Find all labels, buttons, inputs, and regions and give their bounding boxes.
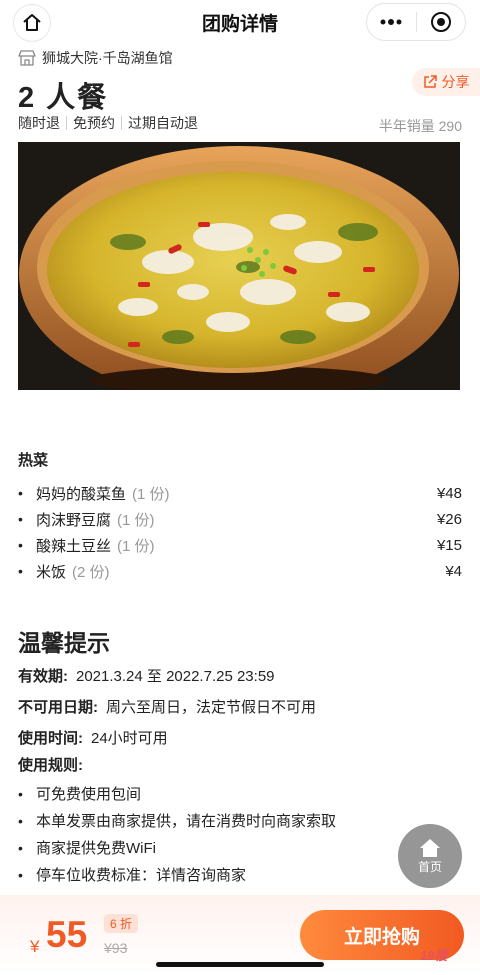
shop-name: 狮城大院·千岛湖鱼馆 [42, 50, 173, 66]
discount-badge: 6 折 [104, 914, 139, 933]
menu-item-name: 肉沫野豆腐 [36, 511, 112, 529]
tag-no-reservation: 免预约 [66, 116, 121, 130]
deal-title: 2 人餐 [18, 82, 109, 114]
menu-item-price: ¥26 [436, 510, 462, 528]
menu-item-name: 酸辣土豆丝 [36, 537, 112, 555]
bullet: • [18, 812, 23, 829]
menu-item-qty: (1 份) [132, 485, 170, 503]
deal-tags: 随时退 免预约 过期自动退 [18, 116, 204, 130]
unavailable-row: 不可用日期: 周六至周日，法定节假日不可用 [18, 696, 316, 717]
rule-text: 可免费使用包间 [36, 786, 142, 803]
menu-item-price: ¥48 [436, 484, 462, 502]
rules-label: 使用规则: [18, 757, 83, 774]
shop-link[interactable]: 狮城大院·千岛湖鱼馆 [18, 48, 173, 68]
menu-item-price: ¥15 [436, 536, 462, 554]
share-button[interactable]: 分享 [412, 68, 480, 96]
rule-text: 商家提供免费WiFi [36, 840, 156, 857]
rule-item: • 可免费使用包间 [18, 780, 458, 807]
validity-value: 2021.3.24 至 2022.7.25 23:59 [76, 668, 275, 685]
menu-item: • 肉沫野豆腐 (1 份) ¥26 [18, 506, 462, 532]
menu-item-qty: (2 份) [72, 563, 110, 581]
deal-photo[interactable] [18, 142, 460, 390]
menu-item: • 米饭 (2 份) ¥4 [18, 558, 462, 584]
validity-row: 有效期: 2021.3.24 至 2022.7.25 23:59 [18, 665, 275, 686]
floating-home-button[interactable]: 首页 [398, 824, 462, 888]
more-dots-icon [380, 19, 402, 25]
validity-label: 有效期: [18, 668, 68, 685]
shop-icon [18, 50, 36, 66]
home-icon [420, 838, 440, 857]
share-icon [423, 75, 437, 88]
original-price: ¥93 [104, 940, 128, 956]
usage-time-row: 使用时间: 24小时可用 [18, 727, 168, 748]
more-button[interactable] [367, 4, 416, 40]
menu-item: • 酸辣土豆丝 (1 份) ¥15 [18, 532, 462, 558]
current-price: 55 [46, 914, 88, 955]
price-currency: ¥ [30, 937, 40, 956]
tag-refund-anytime: 随时退 [18, 115, 60, 131]
menu-list: • 妈妈的酸菜鱼 (1 份) ¥48 • 肉沫野豆腐 (1 份) ¥26 • 酸… [18, 480, 462, 584]
fish-dish-illustration [18, 142, 460, 390]
rules-list: • 可免费使用包间 • 本单发票由商家提供，请在消费时向商家索取 • 商家提供免费Wi… [18, 780, 458, 888]
mini-program-capsule [366, 3, 466, 41]
share-label: 分享 [441, 74, 470, 90]
bullet: • [18, 839, 23, 856]
rule-item: • 本单发票由商家提供，请在消费时向商家索取 [18, 807, 458, 834]
tips-title: 温馨提示 [18, 630, 110, 656]
watermark-logo: 19楼 [420, 948, 448, 963]
usage-time-label: 使用时间: [18, 730, 83, 747]
rule-item: • 停车位收费标准：详情咨询商家 [18, 861, 458, 888]
home-indicator [156, 962, 324, 967]
rule-item: • 商家提供免费WiFi [18, 834, 458, 861]
unavailable-value: 周六至周日，法定节假日不可用 [106, 699, 317, 716]
sales-count: 半年销量 290 [378, 118, 462, 134]
menu-item: • 妈妈的酸菜鱼 (1 份) ¥48 [18, 480, 462, 506]
bullet: • [18, 537, 23, 553]
rule-text: 停车位收费标准：详情咨询商家 [36, 867, 247, 884]
menu-item-qty: (1 份) [117, 537, 155, 555]
top-bar: 团购详情 [0, 0, 480, 44]
menu-item-name: 米饭 [36, 563, 67, 581]
menu-item-price: ¥4 [445, 562, 462, 580]
tag-auto-refund: 过期自动退 [121, 116, 204, 130]
close-program-button[interactable] [417, 4, 466, 40]
bullet: • [18, 511, 23, 527]
target-close-icon [430, 12, 451, 32]
bullet: • [18, 563, 23, 579]
menu-item-name: 妈妈的酸菜鱼 [36, 485, 127, 503]
floating-home-label: 首页 [417, 859, 442, 874]
unavailable-label: 不可用日期: [18, 699, 98, 716]
rules-row: 使用规则: [18, 754, 91, 775]
bullet: • [18, 785, 23, 802]
bullet: • [18, 866, 23, 883]
menu-item-qty: (1 份) [117, 511, 155, 529]
rule-text: 本单发票由商家提供，请在消费时向商家索取 [36, 813, 337, 830]
menu-section-label: 热菜 [18, 452, 49, 469]
bullet: • [18, 485, 23, 501]
usage-time-value: 24小时可用 [91, 730, 168, 747]
